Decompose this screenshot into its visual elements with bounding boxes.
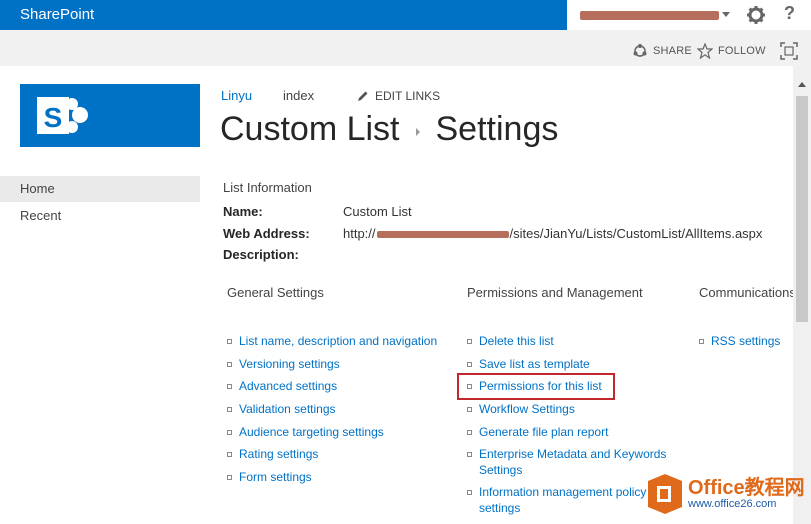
name-value: Custom List	[343, 204, 412, 219]
link-list-name-description-navigation[interactable]: List name, description and navigation	[227, 333, 447, 349]
bullet	[467, 362, 472, 367]
watermark-main: Office教程网	[688, 477, 805, 499]
link-advanced-settings[interactable]: Advanced settings	[227, 378, 447, 394]
edit-links-button[interactable]: EDIT LINKS	[356, 89, 440, 103]
follow-label: FOLLOW	[718, 45, 766, 57]
bullet	[467, 339, 472, 344]
top-link-index[interactable]: index	[283, 88, 314, 103]
breadcrumb-arrow-icon	[415, 127, 420, 136]
quick-launch-recent[interactable]: Recent	[0, 203, 200, 229]
link-form-settings[interactable]: Form settings	[227, 469, 447, 485]
help-icon[interactable]: ?	[784, 3, 795, 24]
chevron-down-icon[interactable]	[722, 12, 730, 17]
vertical-scrollbar[interactable]	[793, 66, 811, 524]
link-rss-settings[interactable]: RSS settings	[699, 333, 789, 349]
link-delete-this-list[interactable]: Delete this list	[467, 333, 667, 349]
top-link-site[interactable]: Linyu	[221, 88, 252, 103]
bullet	[467, 430, 472, 435]
bullet	[227, 407, 232, 412]
scrollbar-thumb[interactable]	[796, 96, 808, 322]
link-rating-settings[interactable]: Rating settings	[227, 446, 447, 462]
link-generate-file-plan-report[interactable]: Generate file plan report	[467, 424, 667, 440]
bullet	[467, 407, 472, 412]
scroll-up-arrow-icon[interactable]	[798, 82, 806, 87]
watermark-text: Office教程网 www.office26.com	[688, 478, 805, 510]
web-address-value: http:// /sites/JianYu/Lists/CustomList/Al…	[343, 226, 762, 241]
title-parent-link[interactable]: Custom List	[220, 110, 400, 149]
bullet	[227, 430, 232, 435]
action-bar: SHARE FOLLOW	[0, 30, 811, 66]
bullet	[467, 452, 472, 457]
sharepoint-brand[interactable]: SharePoint	[20, 6, 94, 23]
share-button[interactable]: SHARE	[632, 43, 692, 59]
link-enterprise-metadata-keywords-settings[interactable]: Enterprise Metadata and Keywords Setting…	[467, 446, 677, 478]
link-versioning-settings[interactable]: Versioning settings	[227, 356, 447, 372]
watermark-sub: www.office26.com	[688, 498, 777, 510]
bullet	[227, 384, 232, 389]
bullet	[227, 452, 232, 457]
edit-links-label: EDIT LINKS	[375, 89, 441, 103]
description-label: Description:	[223, 247, 299, 262]
link-workflow-settings[interactable]: Workflow Settings	[467, 401, 667, 417]
gear-icon[interactable]	[746, 5, 766, 25]
star-icon	[697, 43, 713, 59]
bullet	[227, 475, 232, 480]
share-label: SHARE	[653, 45, 692, 57]
general-settings-header: General Settings	[227, 285, 324, 300]
link-information-management-policy-settings[interactable]: Information management policy settings	[467, 484, 657, 516]
follow-button[interactable]: FOLLOW	[697, 43, 766, 59]
web-address-suffix: /sites/JianYu/Lists/CustomList/AllItems.…	[509, 226, 763, 241]
focus-on-content-icon[interactable]	[780, 42, 798, 60]
office-logo-icon	[648, 474, 682, 514]
web-address-label: Web Address:	[223, 226, 310, 241]
user-name-redacted[interactable]	[580, 11, 719, 20]
pencil-icon	[358, 91, 368, 101]
permissions-management-header: Permissions and Management	[467, 285, 643, 300]
title-current: Settings	[435, 110, 559, 148]
url-host-redacted	[376, 231, 509, 239]
sharepoint-logo-icon: S	[37, 97, 88, 134]
office26-watermark: Office教程网 www.office26.com	[648, 474, 805, 514]
link-audience-targeting-settings[interactable]: Audience targeting settings	[227, 424, 447, 440]
highlight-annotation-box	[457, 373, 615, 400]
quick-launch-home[interactable]: Home	[0, 176, 200, 202]
name-label: Name:	[223, 204, 263, 219]
communications-header: Communications	[699, 285, 796, 300]
link-validation-settings[interactable]: Validation settings	[227, 401, 447, 417]
bullet	[227, 339, 232, 344]
suite-bar-brand-area[interactable]: SharePoint	[0, 0, 567, 30]
bullet	[467, 490, 472, 495]
bullet	[699, 339, 704, 344]
suite-bar: SharePoint ?	[0, 0, 811, 30]
list-information-header: List Information	[223, 180, 312, 195]
web-address-prefix: http://	[343, 226, 376, 241]
share-icon	[633, 44, 647, 57]
site-logo[interactable]: S	[20, 84, 200, 147]
link-save-list-as-template[interactable]: Save list as template	[467, 356, 667, 372]
svg-text:S: S	[44, 102, 63, 133]
bullet	[227, 362, 232, 367]
page-title: Custom List Settings	[220, 110, 558, 149]
